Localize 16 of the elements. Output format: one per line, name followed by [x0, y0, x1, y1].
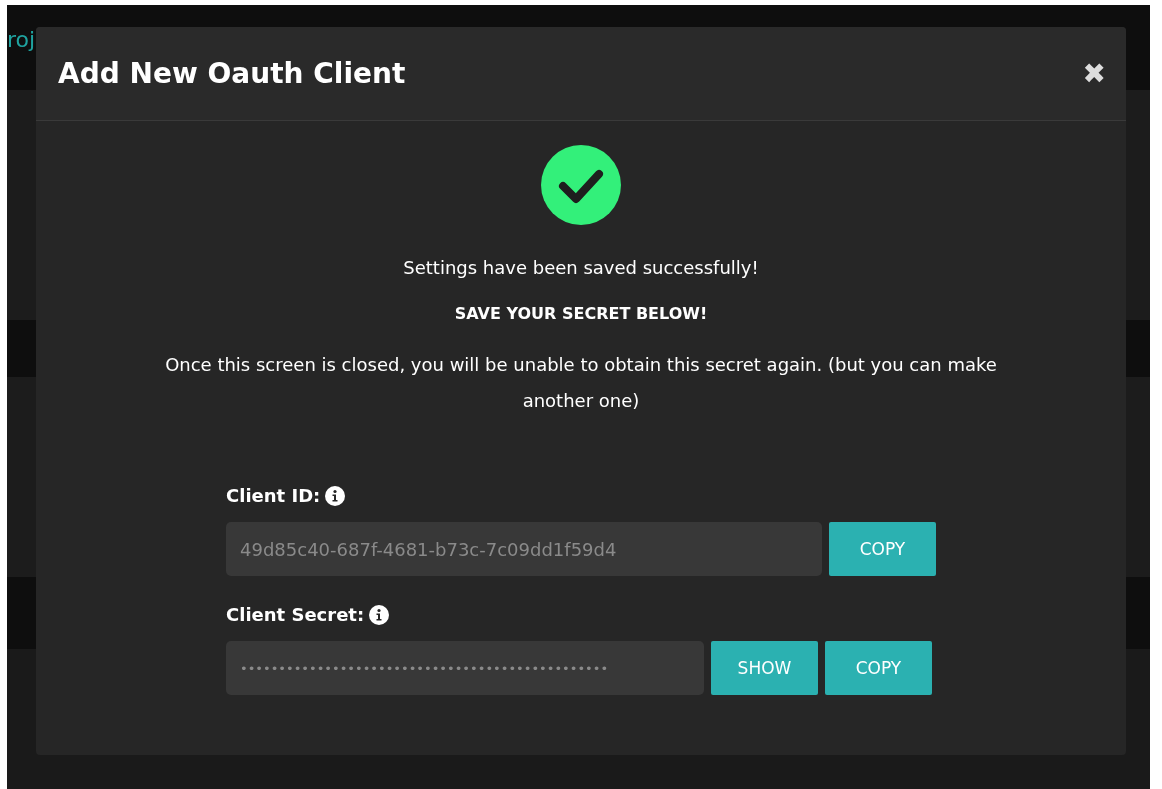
info-icon[interactable]	[325, 485, 346, 506]
close-button[interactable]: ✖	[1082, 57, 1106, 90]
field-label: Client ID:	[226, 485, 321, 506]
success-check-icon	[541, 145, 621, 225]
warning-heading: SAVE YOUR SECRET BELOW!	[454, 304, 708, 323]
warning-text: Once this screen is closed, you will be unable to obtain this secret again. (but you can make another one)	[164, 353, 998, 413]
info-icon[interactable]	[369, 604, 390, 625]
action-button[interactable]: COPY	[825, 641, 932, 695]
client-id-field[interactable]: 49d85c40-687f-4681-b73c-7c09dd1f59d4	[226, 522, 822, 576]
client-secret-field[interactable]: ••••••••••••••••••••••••••••••••••••••••••••••••	[226, 641, 704, 695]
field-label: Client Secret:	[226, 604, 365, 625]
action-button[interactable]: COPY	[829, 522, 936, 576]
modal-title: Add New Oauth Client	[58, 57, 406, 90]
action-button[interactable]: SHOW	[711, 641, 818, 695]
background-link-text: roj	[7, 26, 37, 52]
success-message: Settings have been saved successfully!	[403, 257, 759, 278]
